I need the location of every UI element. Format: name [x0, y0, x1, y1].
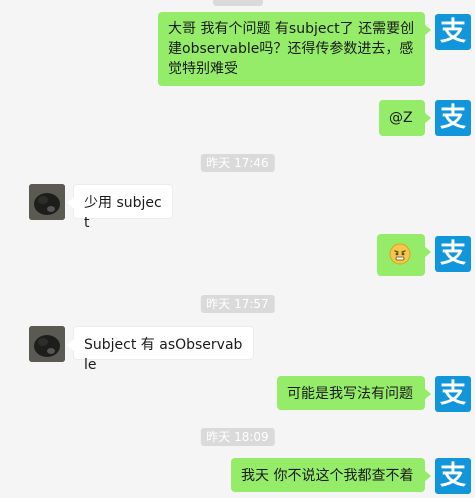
my-avatar[interactable]: 支	[435, 376, 471, 412]
grimace-emoji-icon	[389, 243, 411, 265]
message-bubble[interactable]: 可能是我写法有问题	[277, 376, 431, 410]
message-row: 我天 你不说这个我都查不着 支	[0, 458, 475, 494]
message-text-line: 大哥 我有个问题 有subject了 还需要创	[168, 21, 415, 37]
alipay-logo-icon: 支	[439, 379, 466, 409]
timestamp: 昨天 18:09	[200, 428, 275, 446]
timestamp: 昨天 17:46	[200, 154, 275, 172]
message-text: 我天 你不说这个我都查不着	[241, 468, 414, 484]
alipay-logo-icon: 支	[439, 17, 466, 47]
message-row: 可能是我写法有问题 支	[0, 376, 475, 412]
contact-avatar[interactable]	[29, 184, 65, 220]
my-avatar[interactable]: 支	[435, 14, 471, 50]
my-avatar[interactable]: 支	[435, 458, 471, 494]
alipay-logo-icon: 支	[439, 461, 466, 491]
message-bubble[interactable]: 我天 你不说这个我都查不着	[231, 458, 431, 492]
message-bubble[interactable]	[377, 234, 431, 276]
my-avatar[interactable]: 支	[435, 100, 471, 136]
message-text-line: 建observable吗？还得传参数进去，感	[168, 41, 414, 57]
alipay-logo-icon: 支	[439, 239, 466, 269]
alipay-logo-icon: 支	[439, 103, 466, 133]
message-text: 少用 subject	[84, 195, 162, 231]
message-row: 少用 subject	[0, 184, 475, 231]
contact-photo-icon	[29, 326, 65, 362]
message-text: 可能是我写法有问题	[287, 386, 413, 402]
message-bubble[interactable]: Subject 有 asObservable	[67, 326, 254, 373]
contact-avatar[interactable]	[29, 326, 65, 362]
chat-view: 大哥 我有个问题 有subject了 还需要创 建observable吗？还得传…	[0, 0, 475, 498]
message-text: Subject 有 asObservable	[84, 337, 243, 373]
message-row: 支	[0, 234, 475, 276]
my-avatar[interactable]: 支	[435, 236, 471, 272]
message-text: @Z	[389, 110, 413, 126]
message-text-line: 觉特别难受	[168, 61, 238, 77]
message-bubble[interactable]: 大哥 我有个问题 有subject了 还需要创 建observable吗？还得传…	[158, 12, 431, 86]
message-bubble[interactable]: 少用 subject	[67, 184, 173, 231]
timestamp: 昨天 17:57	[200, 295, 275, 313]
timestamp-clipped	[213, 0, 263, 6]
message-row: Subject 有 asObservable	[0, 326, 475, 373]
contact-photo-icon	[29, 184, 65, 220]
message-row: 大哥 我有个问题 有subject了 还需要创 建observable吗？还得传…	[0, 12, 475, 88]
message-row: @Z 支	[0, 100, 475, 138]
message-bubble[interactable]: @Z	[379, 100, 431, 136]
